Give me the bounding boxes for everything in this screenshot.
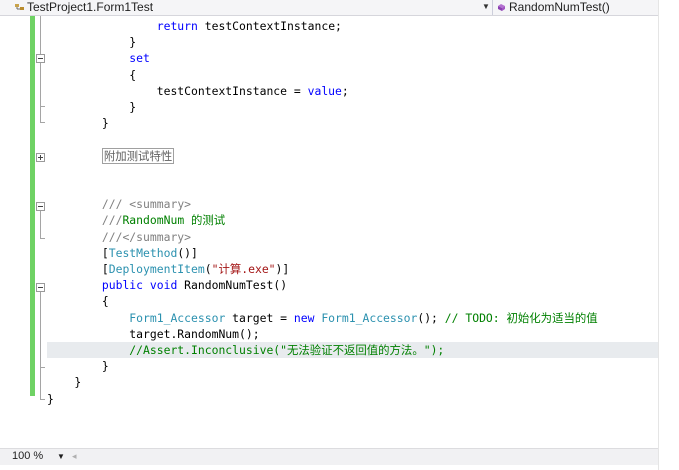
code-token: TestMethod [108,245,178,260]
code-token: // TODO: 初始化为适当的值 [444,310,598,325]
code-line[interactable]: } [0,358,658,374]
code-token: ; [341,83,349,98]
code-token: return [156,19,198,33]
code-token: [ [47,262,109,276]
code-token: } [47,35,137,50]
code-token: "计算.exe" [211,262,276,276]
code-token: testContextInstance; [197,19,342,33]
code-token: <summary> [122,197,192,212]
code-token: testContextInstance = [47,83,308,98]
code-token: /// [101,213,123,228]
code-line[interactable]: } [0,374,658,390]
code-token: //Assert.Inconclusive("无法验证不返回值的方法。"); [129,343,445,357]
code-line[interactable]: testContextInstance = value; [0,83,658,99]
code-token: RandomNumTest() [177,278,288,293]
code-token: target = [225,310,294,325]
code-token: RandomNum 的测试 [122,213,226,228]
code-token: ( [204,262,212,276]
code-token: { [47,294,109,309]
collapsed-region[interactable]: 附加测试特性 [101,147,175,164]
bottom-edge [0,465,658,470]
code-token: )] [275,262,290,276]
code-line[interactable]: /// <summary> [0,196,658,212]
code-line[interactable]: [DeploymentItem("计算.exe")] [0,261,658,277]
method-icon [498,4,505,11]
code-line[interactable]: set [0,50,658,66]
code-token: Form1_Accessor [129,310,226,325]
code-token: ()] [177,245,198,260]
zoom-dropdown-icon[interactable]: ▼ [56,451,66,462]
scroll-left-icon[interactable]: ◂ [72,451,80,462]
code-line[interactable]: { [0,67,658,83]
code-editor[interactable]: return testContextInstance; } set { test… [0,16,658,448]
code-line[interactable] [0,131,658,147]
code-token: } [47,375,82,390]
code-line[interactable]: [TestMethod()] [0,245,658,261]
chevron-down-icon[interactable]: ▼ [480,1,492,13]
code-token: new [293,310,315,325]
code-line[interactable]: return testContextInstance; [0,18,658,34]
code-line[interactable]: 附加测试特性 [0,147,658,164]
code-token: value [307,83,342,98]
member-dropdown[interactable]: RandomNumTest() [496,0,610,15]
code-token: } [47,359,109,374]
code-line[interactable]: } [0,391,658,407]
code-token: } [47,100,137,114]
code-token: (); [417,310,445,325]
code-line[interactable]: } [0,115,658,131]
code-line[interactable]: } [0,99,658,115]
code-token: set [129,51,150,66]
class-dropdown[interactable]: TestProject1.Form1Test [14,0,493,15]
code-token: Form1_Accessor [321,310,418,325]
code-token: /// [101,197,123,212]
editor-status-bar: 100 % ▼ ◂ [0,448,658,465]
code-line[interactable]: } [0,34,658,50]
code-line[interactable]: { [0,293,658,309]
code-line[interactable]: Form1_Accessor target = new Form1_Access… [0,310,658,326]
vertical-scrollbar[interactable] [658,0,679,470]
code-token: void [149,278,178,293]
zoom-level[interactable]: 100 % [12,449,43,464]
class-dropdown-label: TestProject1.Form1Test [27,0,154,14]
code-token: target.RandomNum(); [47,326,260,341]
code-line[interactable] [0,164,658,180]
class-icon [15,4,24,10]
code-line[interactable] [0,180,658,196]
member-dropdown-label: RandomNumTest() [509,0,610,14]
code-token: [ [47,245,109,260]
code-line[interactable]: target.RandomNum(); [0,326,658,342]
code-token: public [101,278,144,293]
current-line[interactable]: //Assert.Inconclusive("无法验证不返回值的方法。"); [47,342,658,358]
code-token: } [47,116,109,131]
code-token: ///</summary> [101,229,192,244]
code-token: { [47,67,137,82]
navigation-bar: TestProject1.Form1Test ▼ RandomNumTest() [0,0,658,16]
code-token: DeploymentItem [108,262,205,276]
code-line[interactable]: public void RandomNumTest() [0,277,658,293]
code-token: } [47,391,54,406]
code-line[interactable]: ///RandomNum 的测试 [0,212,658,228]
code-line[interactable]: ///</summary> [0,229,658,245]
